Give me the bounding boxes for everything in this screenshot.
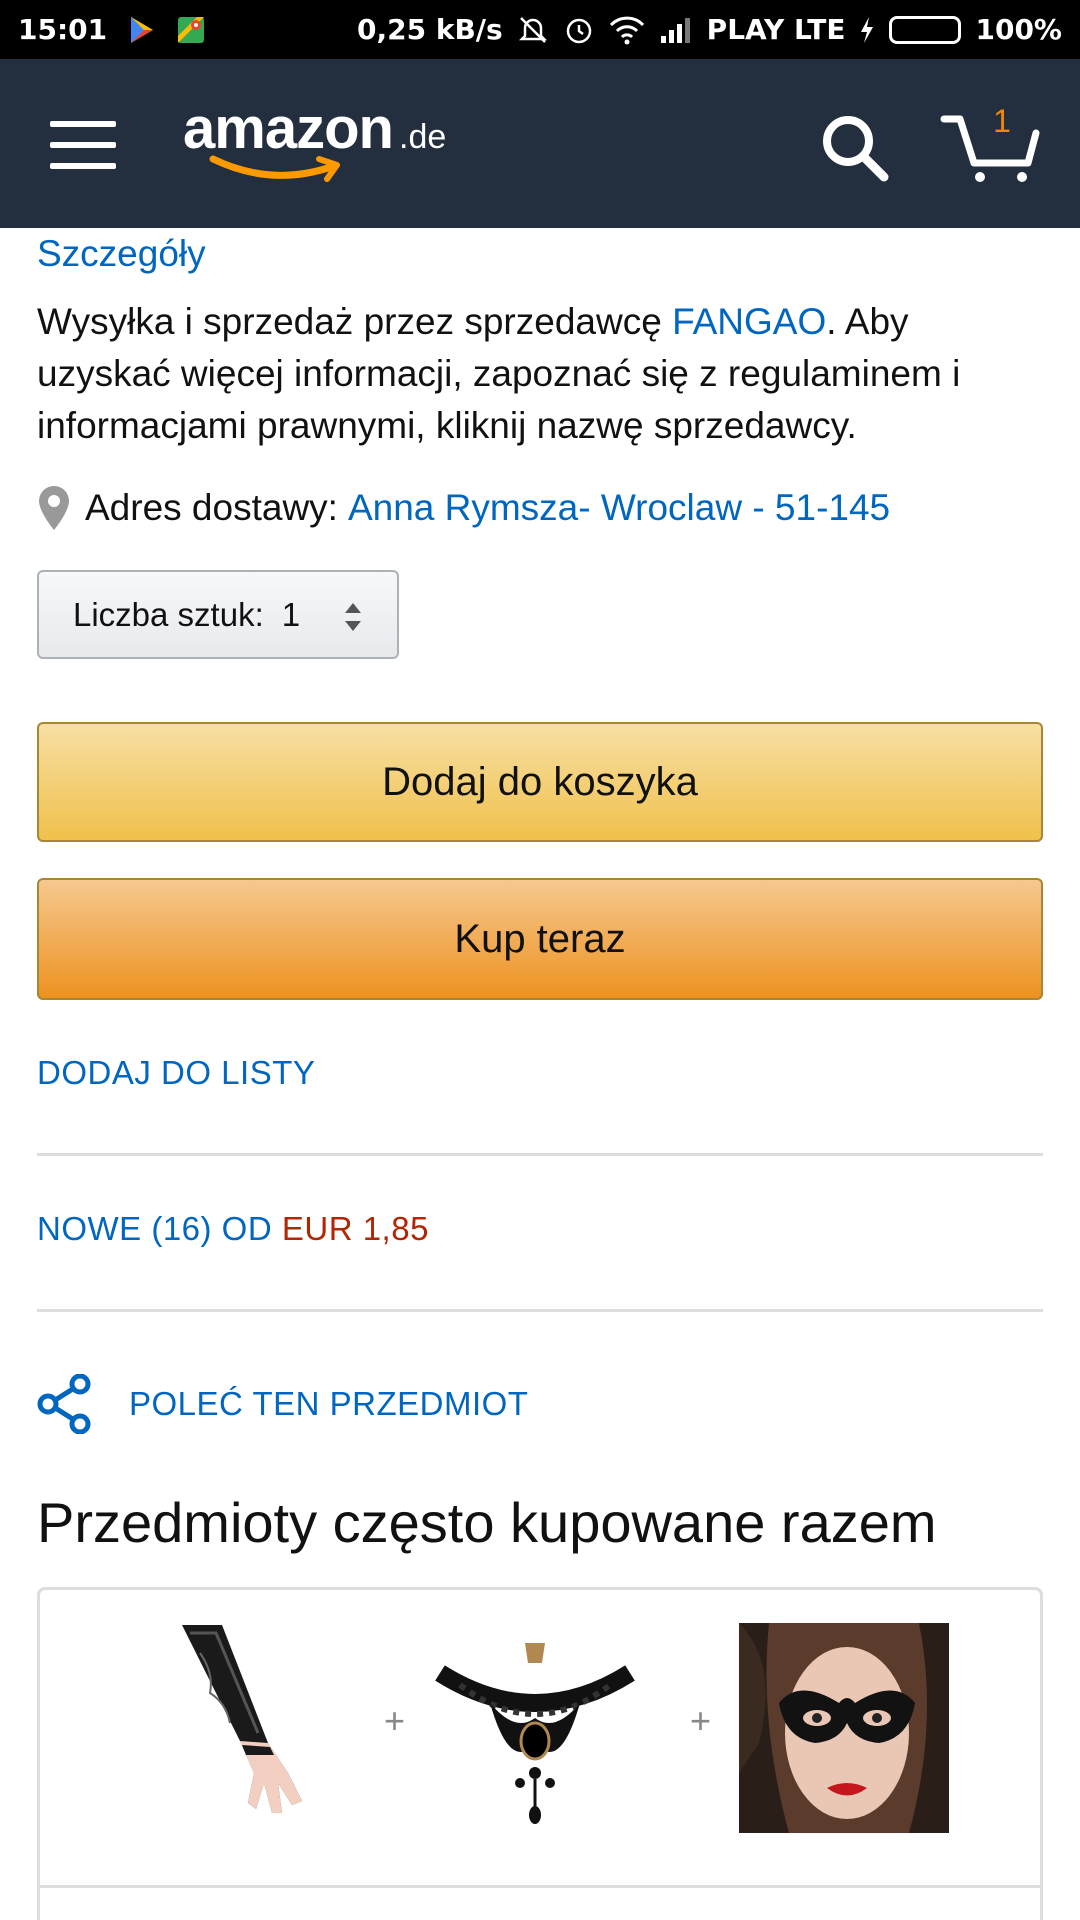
seller-link[interactable]: FANGAO [672,301,826,342]
maps-icon [177,16,205,44]
cart-icon[interactable]: 1 [940,103,1040,187]
play-store-icon [129,15,155,45]
status-bar: 15:01 0,25 kB/s PLAY LTE 100% [0,0,1080,59]
location-pin-icon [39,486,69,530]
share-icon [37,1374,91,1434]
lace-mask-image[interactable] [739,1623,949,1833]
mute-icon [517,14,549,46]
buy-now-button[interactable]: Kup teraz [37,878,1043,1000]
divider [37,1309,1043,1312]
carrier: PLAY LTE [706,13,846,46]
details-link[interactable]: Szczegóły [37,233,206,275]
amazon-smile-icon [209,155,340,182]
delivery-address[interactable]: Adres dostawy: Anna Rymsza- Wroclaw - 51… [37,480,890,536]
seller-prefix: Wysyłka i sprzedaż przez sprzedawcę [37,301,673,342]
cart-count-badge: 1 [993,103,1011,139]
alarm-icon [563,14,595,46]
quantity-select[interactable]: Liczba sztuk: 1 [37,570,399,659]
network-speed: 0,25 kB/s [356,13,503,46]
status-time: 15:01 [18,13,108,46]
battery-icon [889,15,962,44]
seller-info: Wysyłka i sprzedaż przez sprzedawcę FANG… [37,296,1047,452]
hamburger-menu-icon[interactable] [50,121,116,169]
lace-glove-image[interactable] [170,1623,380,1833]
frequently-bought-title: Przedmioty często kupowane razem [37,1491,937,1554]
new-offers-link[interactable]: NOWE (16) OD EUR 1,85 [37,1210,429,1248]
new-offers-prefix: NOWE (16) OD [37,1210,282,1247]
quantity-value: 1 [281,595,301,633]
add-to-cart-button[interactable]: Dodaj do koszyka [37,722,1043,842]
address-value[interactable]: Anna Rymsza- Wroclaw - 51-145 [348,487,890,529]
add-to-list-link[interactable]: DODAJ DO LISTY [37,1054,315,1092]
logo-tld: .de [399,118,447,156]
charging-icon [859,16,875,44]
quantity-label: Liczba sztuk: [73,595,264,633]
signal-icon [659,16,693,44]
search-icon[interactable] [818,111,890,183]
divider [37,1153,1043,1156]
amazon-logo[interactable]: amazon .de [183,97,463,187]
logo-text: amazon [183,96,394,161]
plus-sign: + [384,1700,406,1741]
address-label: Adres dostawy: [85,487,338,528]
select-arrows-icon [345,603,361,631]
divider [40,1885,1040,1888]
app-header: amazon .de 1 [0,59,1080,228]
lace-choker-necklace-image[interactable] [430,1623,640,1833]
share-item-row[interactable]: POLEĆ TEN PRZEDMIOT [37,1372,528,1436]
frequently-bought-box: + + [37,1587,1043,1920]
new-offers-price: EUR 1,85 [281,1210,429,1247]
share-item-label: POLEĆ TEN PRZEDMIOT [129,1385,529,1422]
plus-sign: + [690,1700,712,1741]
wifi-icon [609,15,645,45]
battery-level: 100% [975,13,1062,46]
